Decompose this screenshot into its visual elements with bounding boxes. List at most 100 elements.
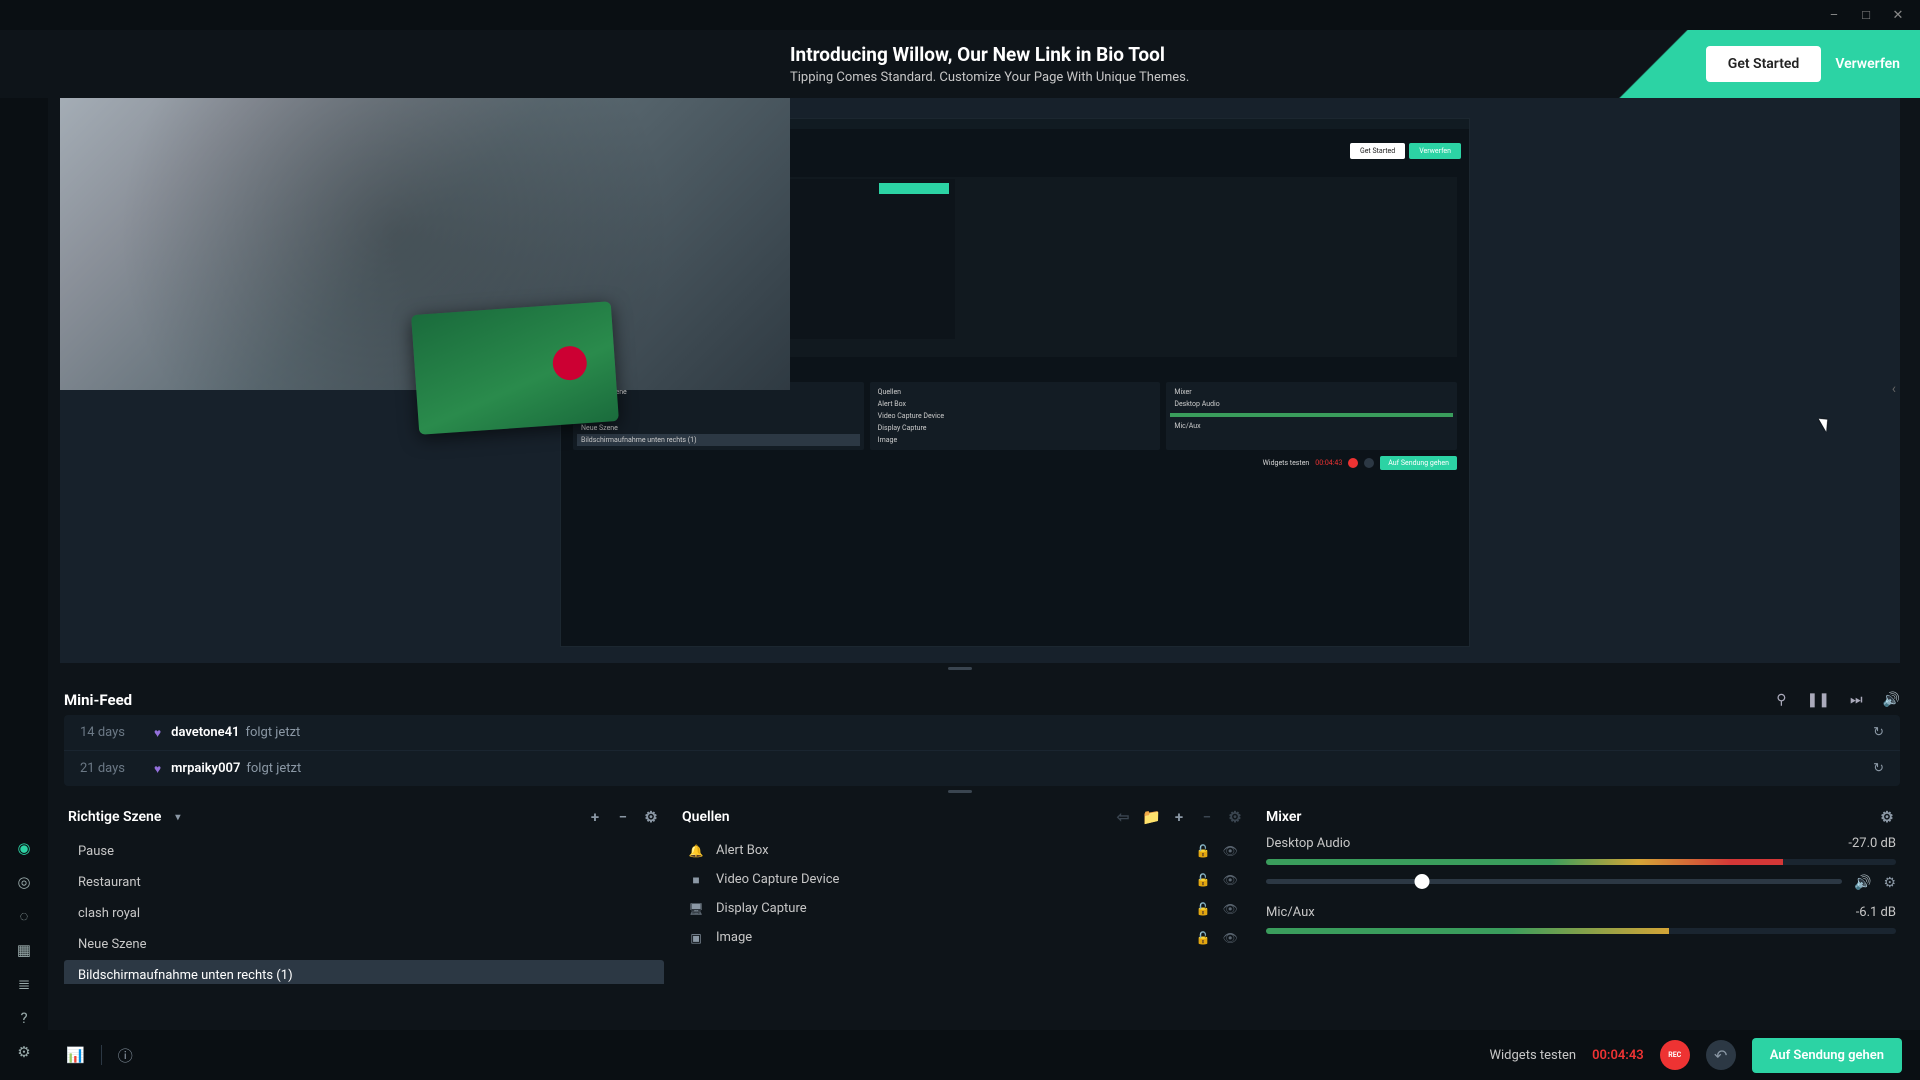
promo-title: Introducing Willow, Our New Link in Bio … [790,43,1606,66]
feed-replay-icon[interactable]: ↻ [1873,725,1884,740]
feed-item[interactable]: 21 days ♥ mrpaiky007 folgt jetzt ↻ [64,751,1900,786]
nav-help-icon[interactable]: ? [14,1008,34,1028]
mixer-mute-icon[interactable]: 🔊 [1854,875,1871,891]
go-live-button[interactable]: Auf Sendung gehen [1752,1038,1902,1073]
preview-area: Introducing Willow, Our New Link in Bio … [0,98,1920,663]
nav-dashboard-icon[interactable]: ▦ [14,940,34,960]
scenes-panel: Richtige Szene ▾ + − ⚙ PauseRestaurantcl… [64,802,664,984]
close-button[interactable]: ✕ [1884,4,1912,26]
feed-skip-icon[interactable]: ⏭ [1850,692,1863,708]
feed-sound-icon[interactable]: 🔊 [1883,692,1900,708]
preview-canvas[interactable]: Introducing Willow, Our New Link in Bio … [60,98,1900,663]
titlebar: – □ ✕ [0,0,1920,30]
drag-handle[interactable] [0,786,1920,796]
mixer-track-name: Mic/Aux [1266,905,1315,920]
source-visibility-icon[interactable]: 👁 [1223,873,1238,887]
source-visibility-icon[interactable]: 👁 [1223,931,1238,945]
source-label: Alert Box [716,843,769,858]
mixer-panel: Mixer ⚙ Desktop Audio -27.0 dB 🔊 ⚙ Mic/A… [1262,802,1900,984]
promo-subtitle: Tipping Comes Standard. Customize Your P… [790,70,1606,85]
nav-studio-icon[interactable]: ◉ [14,838,34,858]
mixer-track: Desktop Audio -27.0 dB 🔊 ⚙ [1266,836,1896,891]
promo-banner: Introducing Willow, Our New Link in Bio … [0,30,1920,98]
source-lock-icon[interactable]: 🔓 [1196,844,1211,858]
source-item[interactable]: 🖥 Display Capture 🔓 👁 [678,894,1248,923]
replay-buffer-button[interactable]: ↶ [1706,1040,1736,1070]
source-item[interactable]: ■ Video Capture Device 🔓 👁 [678,865,1248,894]
mixer-track-db: -27.0 dB [1848,836,1896,851]
scene-settings-icon[interactable]: ⚙ [642,808,660,826]
feed-time: 14 days [80,725,140,740]
feed-filter-icon[interactable]: ⚲ [1776,692,1786,708]
source-visibility-icon[interactable]: 👁 [1223,844,1238,858]
source-visibility-icon[interactable]: 👁 [1223,902,1238,916]
source-type-icon: ■ [688,873,704,887]
collapse-right-icon[interactable]: ‹ [1892,381,1896,397]
scene-item[interactable]: clash royal [64,898,664,929]
mixer-track-name: Desktop Audio [1266,836,1350,851]
feed-replay-icon[interactable]: ↻ [1873,761,1884,776]
mixer-settings-icon[interactable]: ⚙ [1878,808,1896,826]
source-item[interactable]: 🔔 Alert Box 🔓 👁 [678,836,1248,865]
mini-feed-panel: Mini-Feed ⚲ ❚❚ ⏭ 🔊 14 days ♥ davetone41 … [64,685,1900,786]
sources-title: Quellen [682,809,730,825]
mini-feed-title: Mini-Feed [64,691,132,709]
follow-icon: ♥ [154,762,161,776]
camera-content [411,301,619,435]
source-type-icon: ▣ [688,931,704,945]
drag-handle[interactable] [0,663,1920,673]
source-item[interactable]: ▣ Image 🔓 👁 [678,923,1248,952]
mixer-volume-slider[interactable] [1266,879,1842,884]
maximize-button[interactable]: □ [1852,4,1880,26]
source-type-icon: 🔔 [688,844,704,858]
source-lock-icon[interactable]: 🔓 [1196,902,1211,916]
scene-item[interactable]: Pause [64,836,664,867]
record-timer: 00:04:43 [1592,1048,1644,1063]
source-settings-icon[interactable]: ⚙ [1226,808,1244,826]
feed-user: mrpaiky007 [171,761,240,776]
mixer-title: Mixer [1266,809,1301,825]
scenes-dropdown-icon[interactable]: ▾ [175,812,180,823]
sources-panel: Quellen ⇦ 📁 + − ⚙ 🔔 Alert Box 🔓 👁 ■ Vide… [678,802,1248,984]
feed-item[interactable]: 14 days ♥ davetone41 folgt jetzt ↻ [64,715,1900,751]
side-nav: ◉ ◎ ◌ ▦ ≣ ? ⚙ [0,98,48,1080]
minimize-button[interactable]: – [1820,4,1848,26]
widgets-test-label[interactable]: Widgets testen [1489,1048,1576,1063]
nav-settings-icon[interactable]: ⚙ [14,1042,34,1062]
mixer-meter [1266,928,1896,934]
feed-message: folgt jetzt [245,725,300,740]
nav-layouts-icon[interactable]: ≣ [14,974,34,994]
scene-item[interactable]: Restaurant [64,867,664,898]
source-type-icon: 🖥 [688,902,704,916]
get-started-button[interactable]: Get Started [1706,46,1822,82]
remove-scene-icon[interactable]: − [614,808,632,826]
scenes-title: Richtige Szene [68,809,161,825]
mixer-track: Mic/Aux -6.1 dB 🔊 ⚙ [1266,905,1896,934]
feed-message: folgt jetzt [246,761,301,776]
source-label: Display Capture [716,901,807,916]
add-scene-icon[interactable]: + [586,808,604,826]
nav-apps-icon[interactable]: ◌ [14,906,34,926]
record-button[interactable]: REC [1660,1040,1690,1070]
remove-source-icon[interactable]: − [1198,808,1216,826]
footer-bar: 📊 ⓘ Widgets testen 00:04:43 REC ↶ Auf Se… [48,1030,1920,1080]
add-folder-icon[interactable]: 📁 [1142,808,1160,826]
nav-themes-icon[interactable]: ◎ [14,872,34,892]
mixer-track-db: -6.1 dB [1856,905,1896,920]
feed-pause-icon[interactable]: ❚❚ [1806,692,1829,708]
scene-item[interactable]: Neue Szene [64,929,664,960]
mixer-track-settings-icon[interactable]: ⚙ [1883,875,1896,891]
scene-item[interactable]: Bildschirmaufnahme unten rechts (1) [64,960,664,984]
stats-icon[interactable]: 📊 [66,1046,85,1064]
add-source-icon[interactable]: + [1170,808,1188,826]
info-icon[interactable]: ⓘ [118,1045,133,1066]
dismiss-button[interactable]: Verwerfen [1835,56,1900,72]
source-lock-icon[interactable]: 🔓 [1196,931,1211,945]
feed-user: davetone41 [171,725,239,740]
follow-icon: ♥ [154,726,161,740]
mixer-meter [1266,859,1896,865]
folder-back-icon[interactable]: ⇦ [1114,808,1132,826]
source-lock-icon[interactable]: 🔓 [1196,873,1211,887]
source-label: Image [716,930,752,945]
source-label: Video Capture Device [716,872,839,887]
